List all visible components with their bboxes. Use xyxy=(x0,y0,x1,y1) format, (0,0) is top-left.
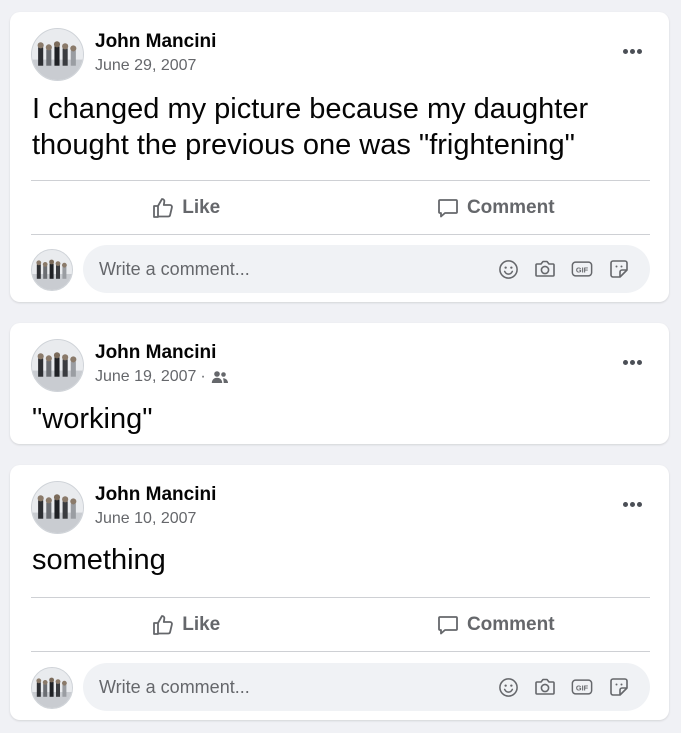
post-card: John Mancini June 29, 2007 I changed my … xyxy=(10,12,669,302)
comment-tools: GIF xyxy=(482,676,630,698)
like-button[interactable]: Like xyxy=(31,599,341,651)
author-avatar[interactable] xyxy=(31,481,84,534)
more-options-icon[interactable] xyxy=(617,494,647,514)
like-label: Like xyxy=(182,614,221,635)
emoji-icon[interactable] xyxy=(497,258,519,280)
comment-bubble-icon xyxy=(438,199,458,218)
post-header: John Mancini June 19, 2007 · xyxy=(10,323,669,403)
user-avatar[interactable] xyxy=(31,249,73,291)
comment-input[interactable]: Write a comment... GIF xyxy=(83,663,650,711)
sticker-icon[interactable] xyxy=(608,676,630,698)
comment-label: Comment xyxy=(466,197,555,218)
post-date[interactable]: June 19, 2007 xyxy=(95,368,196,386)
like-label: Like xyxy=(182,197,221,218)
avatar-photo xyxy=(32,29,83,80)
post-text: "working" xyxy=(32,403,153,435)
comment-button[interactable]: Comment xyxy=(341,599,651,651)
author-name[interactable]: John Mancini xyxy=(95,342,216,364)
author-avatar[interactable] xyxy=(31,28,84,81)
user-avatar[interactable] xyxy=(31,667,73,709)
friends-icon[interactable] xyxy=(211,370,229,384)
gif-icon[interactable]: GIF xyxy=(571,676,593,698)
avatar-photo xyxy=(32,340,83,391)
gif-icon[interactable]: GIF xyxy=(571,258,593,280)
thumbs-up-icon xyxy=(153,198,174,218)
post-text: I changed my picture because my daughter… xyxy=(32,93,589,161)
comment-bubble-icon xyxy=(438,616,458,635)
post-date[interactable]: June 29, 2007 xyxy=(95,57,196,75)
post-date-line: June 10, 2007 xyxy=(95,510,196,528)
comment-composer: Write a comment... GIF xyxy=(31,663,650,711)
gif-label: GIF xyxy=(576,683,589,692)
camera-icon[interactable] xyxy=(534,676,556,698)
camera-icon[interactable] xyxy=(534,258,556,280)
divider xyxy=(31,651,650,652)
divider xyxy=(31,180,650,181)
avatar-photo xyxy=(32,482,83,533)
thumbs-up-icon xyxy=(153,615,174,635)
post-actions: Like Comment xyxy=(31,182,650,234)
author-name[interactable]: John Mancini xyxy=(95,31,216,53)
divider xyxy=(31,234,650,235)
comment-button[interactable]: Comment xyxy=(341,182,651,234)
post-actions: Like Comment xyxy=(31,599,650,651)
post-date-line: June 29, 2007 xyxy=(95,57,196,75)
post-date[interactable]: June 10, 2007 xyxy=(95,510,196,528)
comment-placeholder[interactable]: Write a comment... xyxy=(99,677,482,698)
separator-dot: · xyxy=(200,368,206,385)
emoji-icon[interactable] xyxy=(497,676,519,698)
like-button[interactable]: Like xyxy=(31,182,341,234)
avatar-photo xyxy=(32,668,72,708)
comment-placeholder[interactable]: Write a comment... xyxy=(99,259,482,280)
post-header: John Mancini June 10, 2007 xyxy=(10,465,669,545)
author-avatar[interactable] xyxy=(31,339,84,392)
comment-tools: GIF xyxy=(482,258,630,280)
more-options-icon[interactable] xyxy=(617,41,647,61)
comment-composer: Write a comment... GIF xyxy=(31,245,650,293)
post-header: John Mancini June 29, 2007 xyxy=(10,12,669,92)
post-card: John Mancini June 19, 2007 · "working" xyxy=(10,323,669,444)
post-card: John Mancini June 10, 2007 something Lik… xyxy=(10,465,669,720)
comment-label: Comment xyxy=(466,614,555,635)
divider xyxy=(31,597,650,598)
gif-label: GIF xyxy=(576,265,589,274)
post-date-line: June 19, 2007 · xyxy=(95,368,229,386)
sticker-icon[interactable] xyxy=(608,258,630,280)
author-name[interactable]: John Mancini xyxy=(95,484,216,506)
avatar-photo xyxy=(32,250,72,290)
post-text: something xyxy=(32,544,166,576)
comment-input[interactable]: Write a comment... GIF xyxy=(83,245,650,293)
more-options-icon[interactable] xyxy=(617,352,647,372)
